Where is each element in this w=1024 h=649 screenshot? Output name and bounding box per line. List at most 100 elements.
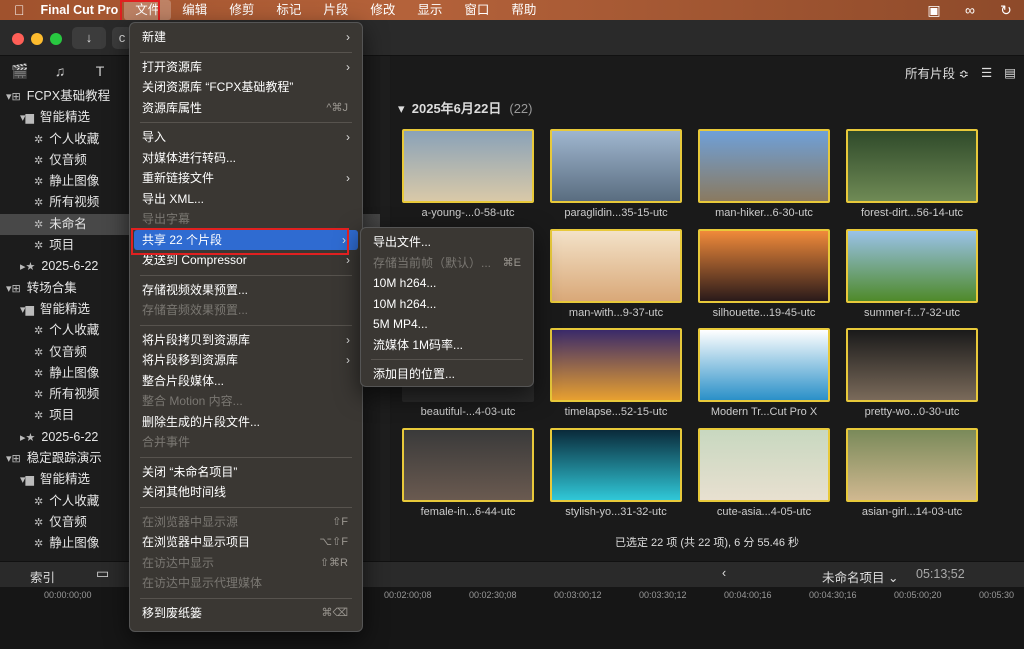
menu-item-label: 10M h264... [373, 276, 437, 290]
clip-thumbnail[interactable]: cute-asia...4-05-utc [698, 428, 830, 518]
clip-appearance-icon[interactable]: ☰ [981, 65, 992, 80]
clip-thumbnail[interactable]: silhouette...19-45-utc [698, 229, 830, 319]
menu-item[interactable]: 关闭 “未命名项目” [130, 462, 362, 483]
clip-thumbnail[interactable]: asian-girl...14-03-utc [846, 428, 978, 518]
menu-item[interactable]: 流媒体 1M码率... [361, 335, 533, 356]
menu-modify[interactable]: 修改 [359, 0, 406, 20]
menu-item[interactable]: 导出 XML... [130, 189, 362, 210]
event-date-header[interactable]: ▾ 2025年6月22日 (22) [398, 98, 533, 117]
title-icon[interactable]: T [80, 63, 120, 79]
smart-collection-icon: ✲ [34, 410, 44, 423]
menu-item[interactable]: 删除生成的片段文件... [130, 412, 362, 433]
menu-item[interactable]: 10M h264... [361, 294, 533, 315]
index-button[interactable]: 索引 [30, 567, 55, 586]
menu-separator [140, 122, 352, 123]
shortcut-label: ⌘E [502, 256, 521, 269]
back-arrow[interactable]: ‹ [722, 566, 726, 580]
zoom-window-button[interactable] [50, 33, 62, 45]
clapper-icon[interactable]: 🎬 [0, 63, 40, 80]
menu-window[interactable]: 窗口 [453, 0, 500, 20]
menu-trim[interactable]: 修剪 [218, 0, 265, 20]
menu-item[interactable]: 添加目的位置... [361, 364, 533, 385]
project-name-dropdown[interactable]: 未命名项目 ⌄ [822, 567, 898, 586]
ruler-tick-label: 00:04:30;16 [809, 590, 857, 600]
sync-icon[interactable]: ↻ [988, 2, 1024, 19]
menu-item[interactable]: 导入 › [130, 127, 362, 148]
menu-item[interactable]: 将片段移到资源库 › [130, 350, 362, 371]
menu-item[interactable]: 5M MP4... [361, 314, 533, 335]
clip-thumbnail[interactable]: man-hiker...6-30-utc [698, 129, 830, 219]
menu-item-label: 导入 [142, 130, 167, 144]
clip-image [698, 129, 830, 203]
menu-item[interactable]: 导出文件... [361, 232, 533, 253]
browser-header: 所有片段 ≎ ☰ ▤ [390, 56, 1024, 88]
display-icon[interactable]: ▣ [916, 2, 952, 19]
clip-thumbnail[interactable]: timelapse...52-15-utc [550, 328, 682, 418]
menu-item[interactable]: 新建 › [130, 27, 362, 48]
clip-image [846, 229, 978, 303]
clip-thumbnail[interactable]: paraglidin...35-15-utc [550, 129, 682, 219]
clip-thumbnail[interactable]: summer-f...7-32-utc [846, 229, 978, 319]
menu-item[interactable]: 关闭资源库 “FCPX基础教程” [130, 77, 362, 98]
menu-item[interactable]: 关闭其他时间线 [130, 482, 362, 503]
menu-item[interactable]: 存储视频效果预置... [130, 280, 362, 301]
music-icon[interactable]: ♫ [40, 63, 80, 79]
menu-item-label: 存储视频效果预置... [142, 282, 249, 297]
menu-item[interactable]: 共享 22 个片段 › [134, 229, 358, 250]
sidebar-item-label: FCPX基础教程 [26, 89, 111, 103]
clip-thumbnail[interactable]: Modern Tr...Cut Pro X [698, 328, 830, 418]
menu-file[interactable]: 文件 [124, 0, 172, 20]
clip-name: a-young-...0-58-utc [421, 207, 515, 219]
clip-filter-dropdown[interactable]: 所有片段 ≎ [905, 63, 969, 82]
clip-thumbnail[interactable]: pretty-wo...0-30-utc [846, 328, 978, 418]
menu-edit[interactable]: 编辑 [171, 0, 218, 20]
menu-item[interactable]: 将片段拷贝到资源库 › [130, 330, 362, 351]
creative-cloud-icon[interactable]: ∞ [952, 2, 988, 18]
menu-item-label: 移到废纸篓 [142, 605, 203, 620]
menu-clip[interactable]: 片段 [312, 0, 359, 20]
menu-help[interactable]: 帮助 [500, 0, 547, 20]
submenu-arrow-icon: › [346, 171, 350, 185]
list-view-icon[interactable]: ▤ [1004, 65, 1016, 80]
menu-item[interactable]: 10M h264... [361, 273, 533, 294]
import-button[interactable]: ↓ [72, 27, 106, 49]
submenu-arrow-icon: › [346, 130, 350, 144]
menu-item-label: 10M h264... [373, 296, 437, 311]
minimize-window-button[interactable] [31, 33, 43, 45]
sidebar-item-label: 2025-6-22 [41, 259, 99, 274]
menu-item[interactable]: 移到废纸篓 ⌘⌫ [130, 603, 362, 624]
menu-view[interactable]: 显示 [406, 0, 453, 20]
menu-item[interactable]: 整合片段媒体... [130, 371, 362, 392]
menu-item[interactable]: 发送到 Compressor › [130, 250, 362, 271]
menu-item[interactable]: 打开资源库 › [130, 57, 362, 78]
clip-thumbnail[interactable]: forest-dirt...56-14-utc [846, 129, 978, 219]
clip-name: man-with...9-37-utc [568, 307, 664, 319]
menu-item: 整合 Motion 内容... [130, 391, 362, 412]
ruler-tick-label: 00:00:00;00 [44, 590, 92, 600]
clip-name: pretty-wo...0-30-utc [864, 406, 960, 418]
menu-item[interactable]: 资源库属性 ^⌘J [130, 98, 362, 119]
menu-item[interactable]: 重新链接文件 › [130, 168, 362, 189]
smart-collection-icon: ✲ [34, 325, 44, 338]
apple-menu-icon[interactable]:  [0, 0, 37, 20]
clip-image [550, 229, 682, 303]
timeline-tool-icon[interactable]: ▭ [96, 565, 109, 582]
clip-thumbnail[interactable]: man-with...9-37-utc [550, 229, 682, 319]
menu-item: 存储音频效果预置... [130, 300, 362, 321]
clip-thumbnail[interactable]: female-in...6-44-utc [402, 428, 534, 518]
menu-item[interactable]: 在浏览器中显示项目 ⌥⇧F [130, 532, 362, 553]
clip-thumbnail[interactable]: stylish-yo...31-32-utc [550, 428, 682, 518]
smart-collection-icon: ✲ [34, 240, 44, 253]
close-window-button[interactable] [12, 33, 24, 45]
clip-image [698, 328, 830, 402]
menu-item-label: 重新链接文件 [142, 171, 215, 185]
menu-item[interactable]: 对媒体进行转码... [130, 148, 362, 169]
file-menu: 新建 › 打开资源库 › 关闭资源库 “FCPX基础教程” 资源库属性 ^⌘J 导入 › 对媒体进… [129, 22, 363, 632]
shortcut-label: ⇧⌘R [319, 556, 348, 569]
library-icon: ▾⊞ [6, 91, 21, 103]
submenu-arrow-icon: › [346, 253, 350, 267]
menu-mark[interactable]: 标记 [265, 0, 312, 20]
smart-collection-icon: ✲ [34, 176, 44, 189]
clip-thumbnail[interactable]: a-young-...0-58-utc [402, 129, 534, 219]
app-menu[interactable]: Final Cut Pro [37, 0, 125, 20]
